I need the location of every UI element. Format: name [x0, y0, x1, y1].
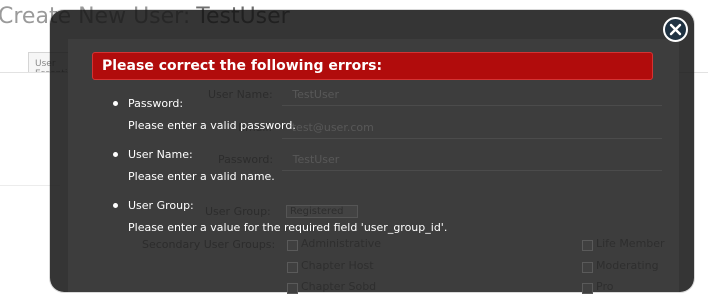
checkbox-label-pro: Pro	[596, 280, 614, 293]
checkbox-pro[interactable]	[582, 283, 593, 294]
close-icon	[669, 23, 682, 36]
error-field-name: Password:	[128, 97, 184, 110]
bullet-icon	[113, 152, 118, 157]
error-message: Please enter a valid password.	[128, 119, 296, 132]
error-list: Password: Please enter a valid password.…	[113, 96, 447, 249]
error-header: Please correct the following errors:	[92, 52, 653, 80]
checkbox-chapter-sobd[interactable]	[287, 283, 298, 294]
checkbox-label-chapter-sobd: Chapter Sobd	[301, 280, 377, 293]
error-item: User Name: Please enter a valid name.	[113, 147, 447, 184]
error-item: Password: Please enter a valid password.	[113, 96, 447, 133]
error-field-name: User Name:	[128, 148, 193, 161]
checkbox-life-member[interactable]	[582, 240, 593, 251]
close-button[interactable]	[663, 17, 688, 42]
error-item: User Group: Please enter a value for the…	[113, 198, 447, 235]
checkbox-label-life-member: Life Member	[596, 237, 665, 250]
checkbox-label-moderating: Moderating	[596, 259, 659, 272]
checkbox-moderating[interactable]	[582, 262, 593, 273]
bullet-icon	[113, 101, 118, 106]
error-message: Please enter a value for the required fi…	[128, 221, 448, 234]
checkbox-chapter-host[interactable]	[287, 262, 298, 273]
bullet-icon	[113, 203, 118, 208]
checkbox-label-chapter-host: Chapter Host	[301, 259, 374, 272]
error-field-name: User Group:	[128, 199, 194, 212]
error-message: Please enter a valid name.	[128, 170, 275, 183]
